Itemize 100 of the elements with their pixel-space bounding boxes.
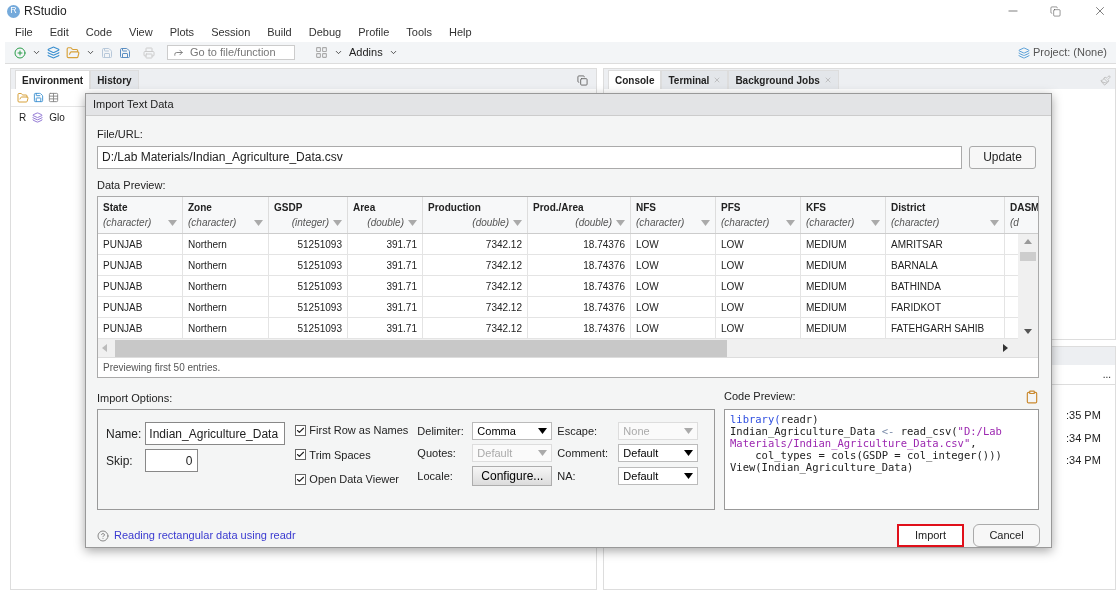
go-to-file-field[interactable]: Go to file/function xyxy=(167,45,295,60)
column-header[interactable]: Production (double) xyxy=(423,197,528,233)
option-label: Delimiter: xyxy=(417,423,465,439)
menu-item[interactable]: View xyxy=(129,23,153,41)
scrollbar-thumb[interactable] xyxy=(1020,252,1036,261)
scroll-up-icon[interactable] xyxy=(1024,239,1032,244)
table-icon[interactable] xyxy=(48,92,59,103)
menu-item[interactable]: Build xyxy=(267,23,292,41)
pane-tab[interactable]: History xyxy=(90,70,139,89)
table-cell-text: Northern xyxy=(188,279,227,294)
table-cell-text: 51251093 xyxy=(297,279,342,294)
table-cell-text: 7342.12 xyxy=(485,258,522,273)
dropdown-field[interactable]: Default xyxy=(618,444,699,462)
new-file-icon[interactable] xyxy=(14,46,26,59)
pane-tab[interactable]: Terminal xyxy=(661,70,729,89)
table-cell-text: AMRITSAR xyxy=(891,237,943,252)
column-header[interactable]: PFS (character) xyxy=(716,197,801,233)
column-header[interactable]: GSDP (integer) xyxy=(269,197,348,233)
option-label: Escape: xyxy=(557,423,599,439)
table-cell-text: 7342.12 xyxy=(485,237,522,252)
table-cell-text: 391.71 xyxy=(386,237,417,252)
vertical-scrollbar[interactable] xyxy=(1018,234,1038,339)
open-folder-icon[interactable] xyxy=(66,45,80,60)
environment-menu[interactable]: Glo xyxy=(49,109,65,125)
table-cell-text: 51251093 xyxy=(297,300,342,315)
caret-icon[interactable] xyxy=(334,48,343,57)
name-field[interactable]: Indian_Agriculture_Data xyxy=(145,422,286,445)
table-cell-text: LOW xyxy=(636,258,659,273)
menu-item[interactable]: Help xyxy=(449,23,472,41)
scroll-down-icon[interactable] xyxy=(1024,329,1032,334)
menu-item[interactable]: Session xyxy=(211,23,251,41)
cancel-button[interactable]: Cancel xyxy=(973,524,1040,547)
dropdown-field[interactable]: Comma xyxy=(472,422,553,440)
column-header[interactable]: District (character) xyxy=(886,197,1005,233)
menu-item[interactable]: Code xyxy=(85,23,112,41)
checkbox-label: First Row as Names xyxy=(309,423,409,438)
caret-icon xyxy=(538,428,548,434)
menu-item[interactable]: Profile xyxy=(358,23,390,41)
new-project-icon[interactable] xyxy=(47,46,60,59)
file-url-field[interactable]: D:/Lab Materials/Indian_Agriculture_Data.csv xyxy=(97,145,962,169)
caret-icon xyxy=(684,428,694,434)
pane-tab[interactable]: Background Jobs xyxy=(728,70,839,89)
save-all-icon[interactable] xyxy=(119,46,131,59)
table-cell-text: FATEHGARH SAHIB xyxy=(891,321,985,336)
scroll-right-icon[interactable] xyxy=(1003,344,1008,352)
scrollbar-thumb[interactable] xyxy=(115,339,727,357)
close-icon[interactable] xyxy=(1093,4,1107,18)
more-button[interactable]: ... xyxy=(1102,367,1111,382)
restore-icon[interactable] xyxy=(577,75,588,86)
column-header[interactable]: DASM (d xyxy=(1005,197,1038,233)
column-header[interactable]: NFS (character) xyxy=(631,197,716,233)
checkbox[interactable] xyxy=(295,473,307,485)
skip-field[interactable]: 0 xyxy=(145,449,199,472)
menu-item[interactable]: Tools xyxy=(406,23,433,41)
caret-icon[interactable] xyxy=(86,48,95,57)
checkbox[interactable] xyxy=(295,449,307,461)
grid-icon[interactable] xyxy=(315,46,328,59)
caret-icon[interactable] xyxy=(388,48,398,57)
update-button[interactable]: Update xyxy=(969,145,1036,169)
table-cell-text: Northern xyxy=(188,321,227,336)
menu-item[interactable]: Edit xyxy=(49,23,69,41)
column-header[interactable]: Zone (character) xyxy=(183,197,269,233)
menu-item[interactable]: File xyxy=(15,23,33,41)
language-menu[interactable]: R xyxy=(19,109,27,125)
import-button[interactable]: Import xyxy=(897,524,964,547)
help-link[interactable]: Reading rectangular data using readr xyxy=(114,527,296,544)
column-header[interactable]: KFS (character) xyxy=(801,197,886,233)
print-icon[interactable] xyxy=(143,46,155,59)
window-title: RStudio xyxy=(24,3,67,20)
scroll-left-icon[interactable] xyxy=(102,344,107,352)
code-preview-label: Code Preview: xyxy=(724,388,796,404)
menu-item[interactable]: Plots xyxy=(169,23,195,41)
table-cell-text: 18.74376 xyxy=(583,237,625,252)
horizontal-scrollbar[interactable] xyxy=(98,339,1038,357)
column-header[interactable]: Prod./Area (double) xyxy=(528,197,631,233)
menu-item[interactable]: Debug xyxy=(308,23,342,41)
save-icon[interactable] xyxy=(101,46,113,59)
table-cell-text: LOW xyxy=(636,279,659,294)
column-header[interactable]: Area (double) xyxy=(348,197,423,233)
table-cell-text: 51251093 xyxy=(297,321,342,336)
pane-tab[interactable]: Console xyxy=(608,70,662,89)
open-folder-icon[interactable] xyxy=(17,91,29,104)
addins-menu[interactable]: Addins xyxy=(349,44,383,61)
project-menu[interactable]: Project: (None) xyxy=(1033,44,1107,61)
table-cell-text: BARNALA xyxy=(891,258,938,273)
checkbox-label: Open Data Viewer xyxy=(309,472,400,487)
checkbox[interactable] xyxy=(295,424,307,436)
caret-icon[interactable] xyxy=(32,48,41,57)
clipboard-icon[interactable] xyxy=(1025,390,1039,404)
code-preview: library(readr) Indian_Agriculture_Data <- read_csv("D:/Lab Materials/Indian_Agriculture_Data.csv", col_types = cols(GSDP = col_integer())) View(Indian_Agriculture_Data) xyxy=(724,409,1039,510)
dropdown-field[interactable]: Default xyxy=(618,467,699,485)
preview-note: Previewing first 50 entries. xyxy=(103,361,221,375)
caret-icon xyxy=(684,450,694,456)
caret-icon xyxy=(254,219,263,226)
configure-button[interactable]: Configure... xyxy=(472,466,553,486)
save-icon[interactable] xyxy=(33,92,44,103)
pane-tab[interactable]: Environment xyxy=(15,70,91,89)
restore-icon[interactable] xyxy=(1050,5,1061,17)
brush-icon[interactable] xyxy=(1100,75,1111,86)
column-header[interactable]: State (character) xyxy=(98,197,183,233)
